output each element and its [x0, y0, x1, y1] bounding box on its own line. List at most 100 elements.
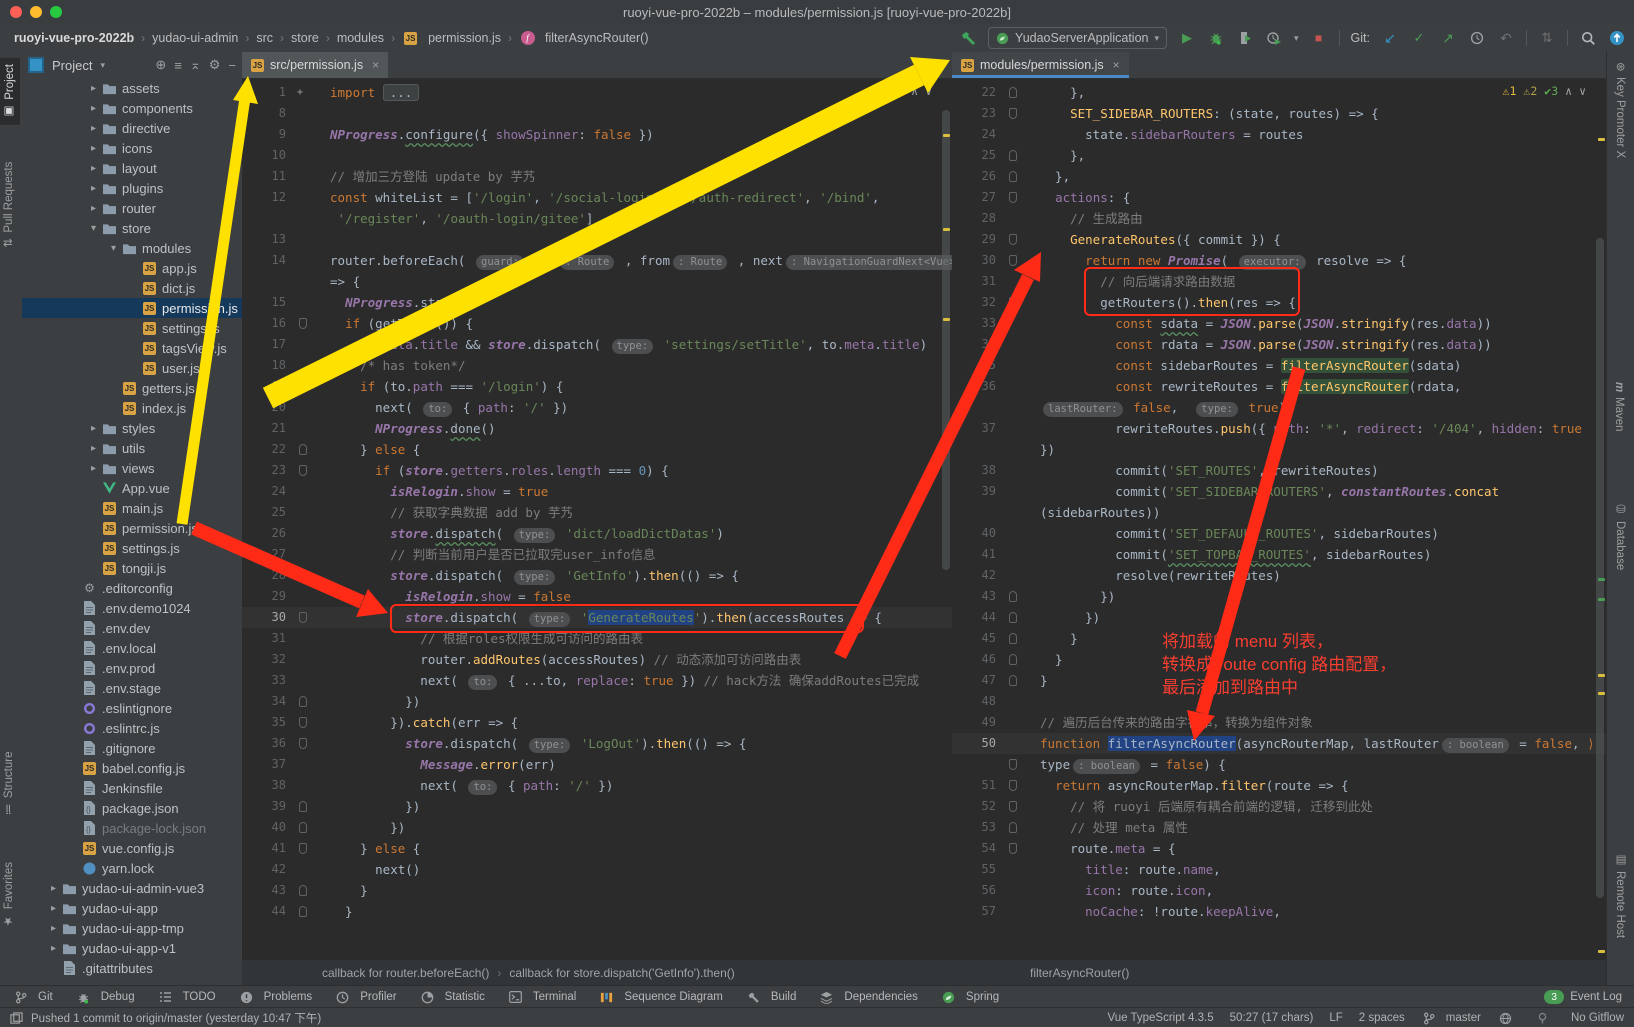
code-line-38[interactable]: 38 next( to: { path: '/' }): [242, 775, 952, 796]
code-line-24[interactable]: 24 state.sidebarRouters = routes: [952, 124, 1606, 145]
code-line-37[interactable]: 37 rewriteRoutes.push({ path: '*', redir…: [952, 418, 1606, 439]
status-item-lf[interactable]: LF: [1329, 1012, 1342, 1024]
minimize-window-icon[interactable]: [30, 6, 42, 18]
fold-marker-icon[interactable]: [294, 817, 312, 838]
tab-modules-permission-js[interactable]: JS modules/permission.js ×: [952, 52, 1129, 78]
toolwindow-statistic[interactable]: Statistic: [419, 990, 485, 1005]
inspections-widget-right[interactable]: ⚠1 ⚠2 ✔3 ∧∨: [1499, 84, 1591, 98]
tree-item-yudao-ui-app-tmp[interactable]: ▸yudao-ui-app-tmp: [22, 918, 242, 938]
tree-item-permission-js[interactable]: JSpermission.js: [22, 298, 242, 318]
code-line-47[interactable]: 47}: [952, 670, 1606, 691]
toolwindow-git[interactable]: Git: [12, 990, 53, 1005]
tab-src-permission-js[interactable]: JS src/permission.js ×: [242, 52, 388, 78]
code-line-10[interactable]: 10: [242, 145, 952, 166]
code-line-37[interactable]: 37 Message.error(err): [242, 754, 952, 775]
fold-marker-icon[interactable]: [294, 733, 312, 754]
code-line-23[interactable]: 23 if (store.getters.roles.length === 0)…: [242, 460, 952, 481]
code-line-20[interactable]: 20 next( to: { path: '/' }): [242, 397, 952, 418]
code-line-41[interactable]: 41 commit('SET_TOPBAR_ROUTES', sidebarRo…: [952, 544, 1606, 565]
code-line-34[interactable]: 34 }): [242, 691, 952, 712]
close-tab-icon[interactable]: ×: [372, 58, 379, 72]
code-line-12[interactable]: 12const whiteList = ['/login', '/social-…: [242, 187, 952, 208]
code-line-41[interactable]: 41 } else {: [242, 838, 952, 859]
chevron-collapsed-icon[interactable]: ▸: [86, 83, 101, 94]
code-line-27[interactable]: 27 actions: {: [952, 187, 1606, 208]
toolwindow-sequence-diagram[interactable]: Sequence Diagram: [598, 990, 722, 1005]
code-editor-modules-permission[interactable]: ⚠1 ⚠2 ✔3 ∧∨ 22 },23 SET_SIDEBAR_ROUTERS:…: [952, 78, 1606, 960]
collapse-all-icon[interactable]: ⌅: [190, 57, 201, 73]
tree-item-settings-js[interactable]: JSsettings.js: [22, 538, 242, 558]
chevron-collapsed-icon[interactable]: ▸: [86, 203, 101, 214]
sidebar-tab-database[interactable]: ⛁Database: [1613, 502, 1627, 570]
status-message-area[interactable]: Pushed 1 commit to origin/master (yester…: [10, 1010, 321, 1026]
fold-marker-icon[interactable]: [294, 313, 312, 334]
tree-item-router[interactable]: ▸router: [22, 198, 242, 218]
code-editor-src-permission[interactable]: ⚠ 6 ∧∨ 1import ...89NProgress.configure(…: [242, 78, 952, 960]
code-line-44[interactable]: 44 }): [952, 607, 1606, 628]
fold-marker-icon[interactable]: [1004, 250, 1022, 271]
tree-item-components[interactable]: ▸components: [22, 98, 242, 118]
code-line-33[interactable]: 33 const sdata = JSON.parse(JSON.stringi…: [952, 313, 1606, 334]
fold-marker-icon[interactable]: [294, 796, 312, 817]
tree-item-dict-js[interactable]: JSdict.js: [22, 278, 242, 298]
code-line-9[interactable]: 9NProgress.configure({ showSpinner: fals…: [242, 124, 952, 145]
fold-marker-icon[interactable]: [294, 712, 312, 733]
fold-marker-icon[interactable]: [1004, 796, 1022, 817]
toolwindow-profiler[interactable]: Profiler: [334, 990, 396, 1005]
breadcrumb-item[interactable]: yudao-ui-admin: [152, 31, 238, 45]
chevron-collapsed-icon[interactable]: ▸: [86, 163, 101, 174]
profiler-button[interactable]: [1265, 29, 1283, 47]
fold-marker-icon[interactable]: [1004, 754, 1022, 775]
tree-item--gitattributes[interactable]: .gitattributes: [22, 958, 242, 978]
tree-item-app-js[interactable]: JSapp.js: [22, 258, 242, 278]
tree-item-settings-js[interactable]: JSsettings.js: [22, 318, 242, 338]
code-line-38[interactable]: 38 commit('SET_ROUTES', rewriteRoutes): [952, 460, 1606, 481]
tree-item-yudao-ui-admin-vue3[interactable]: ▸yudao-ui-admin-vue3: [22, 878, 242, 898]
git-commit-button[interactable]: ✓: [1410, 29, 1428, 47]
sidebar-tab-project[interactable]: ▣Project: [0, 58, 20, 125]
code-line-39[interactable]: 39 }): [242, 796, 952, 817]
hide-panel-icon[interactable]: −: [228, 58, 236, 73]
sidebar-tab-structure[interactable]: ≔Structure: [2, 752, 16, 815]
status-item-no-gitflow[interactable]: No Gitflow: [1571, 1012, 1624, 1024]
code-line-28[interactable]: 28 // 生成路由: [952, 208, 1606, 229]
ide-update-icon[interactable]: [1608, 29, 1626, 47]
rollback-button[interactable]: ↶: [1497, 29, 1515, 47]
tree-item--env-dev[interactable]: .env.dev: [22, 618, 242, 638]
code-line-wrap[interactable]: lastRouter: false, type: true): [952, 397, 1606, 418]
tree-item--eslintrc-js[interactable]: .eslintrc.js: [22, 718, 242, 738]
tree-item-index-js[interactable]: JSindex.js: [22, 398, 242, 418]
code-line-17[interactable]: 17 to.meta.title && store.dispatch( type…: [242, 334, 952, 355]
fold-marker-icon[interactable]: [1004, 775, 1022, 796]
chevron-collapsed-icon[interactable]: ▸: [86, 183, 101, 194]
tree-item--env-stage[interactable]: .env.stage: [22, 678, 242, 698]
scrollbar-right-editor[interactable]: [1596, 238, 1604, 898]
toolwindow-debug[interactable]: Debug: [75, 990, 135, 1005]
code-line-36[interactable]: 36 const rewriteRoutes = filterAsyncRout…: [952, 376, 1606, 397]
code-line-45[interactable]: 45 }: [952, 628, 1606, 649]
toolwindow-build[interactable]: Build: [745, 990, 797, 1005]
code-line-55[interactable]: 55 title: route.name,: [952, 859, 1606, 880]
toolwindow-todo[interactable]: TODO: [157, 990, 216, 1005]
code-line-49[interactable]: 49// 遍历后台传来的路由字符串，转换为组件对象: [952, 712, 1606, 733]
code-line-42[interactable]: 42 resolve(rewriteRoutes): [952, 565, 1606, 586]
fold-marker-icon[interactable]: [1004, 292, 1022, 313]
close-window-icon[interactable]: [10, 6, 22, 18]
editor-breadcrumb-left[interactable]: callback for router.beforeEach()›callbac…: [242, 959, 952, 985]
tree-item-jenkinsfile[interactable]: Jenkinsfile: [22, 778, 242, 798]
close-tab-icon[interactable]: ×: [1113, 58, 1120, 72]
status-item-50-27-17-chars-[interactable]: 50:27 (17 chars): [1230, 1012, 1314, 1024]
fold-marker-icon[interactable]: [1004, 670, 1022, 691]
code-line-32[interactable]: 32 getRouters().then(res => {: [952, 292, 1606, 313]
tree-item-icons[interactable]: ▸icons: [22, 138, 242, 158]
chevron-collapsed-icon[interactable]: ▸: [46, 883, 61, 894]
fold-marker-icon[interactable]: [1004, 229, 1022, 250]
fold-marker-icon[interactable]: [294, 439, 312, 460]
code-line-33[interactable]: 33 next( to: { ...to, replace: true }) /…: [242, 670, 952, 691]
code-line-25[interactable]: 25 },: [952, 145, 1606, 166]
fold-marker-icon[interactable]: [1004, 145, 1022, 166]
code-line-11[interactable]: 11// 增加三方登陆 update by 芋艿: [242, 166, 952, 187]
code-line-42[interactable]: 42 next(): [242, 859, 952, 880]
run-options-chevron-icon[interactable]: ▾: [1294, 33, 1299, 44]
tree-item-yudao-ui-app-v1[interactable]: ▸yudao-ui-app-v1: [22, 938, 242, 958]
